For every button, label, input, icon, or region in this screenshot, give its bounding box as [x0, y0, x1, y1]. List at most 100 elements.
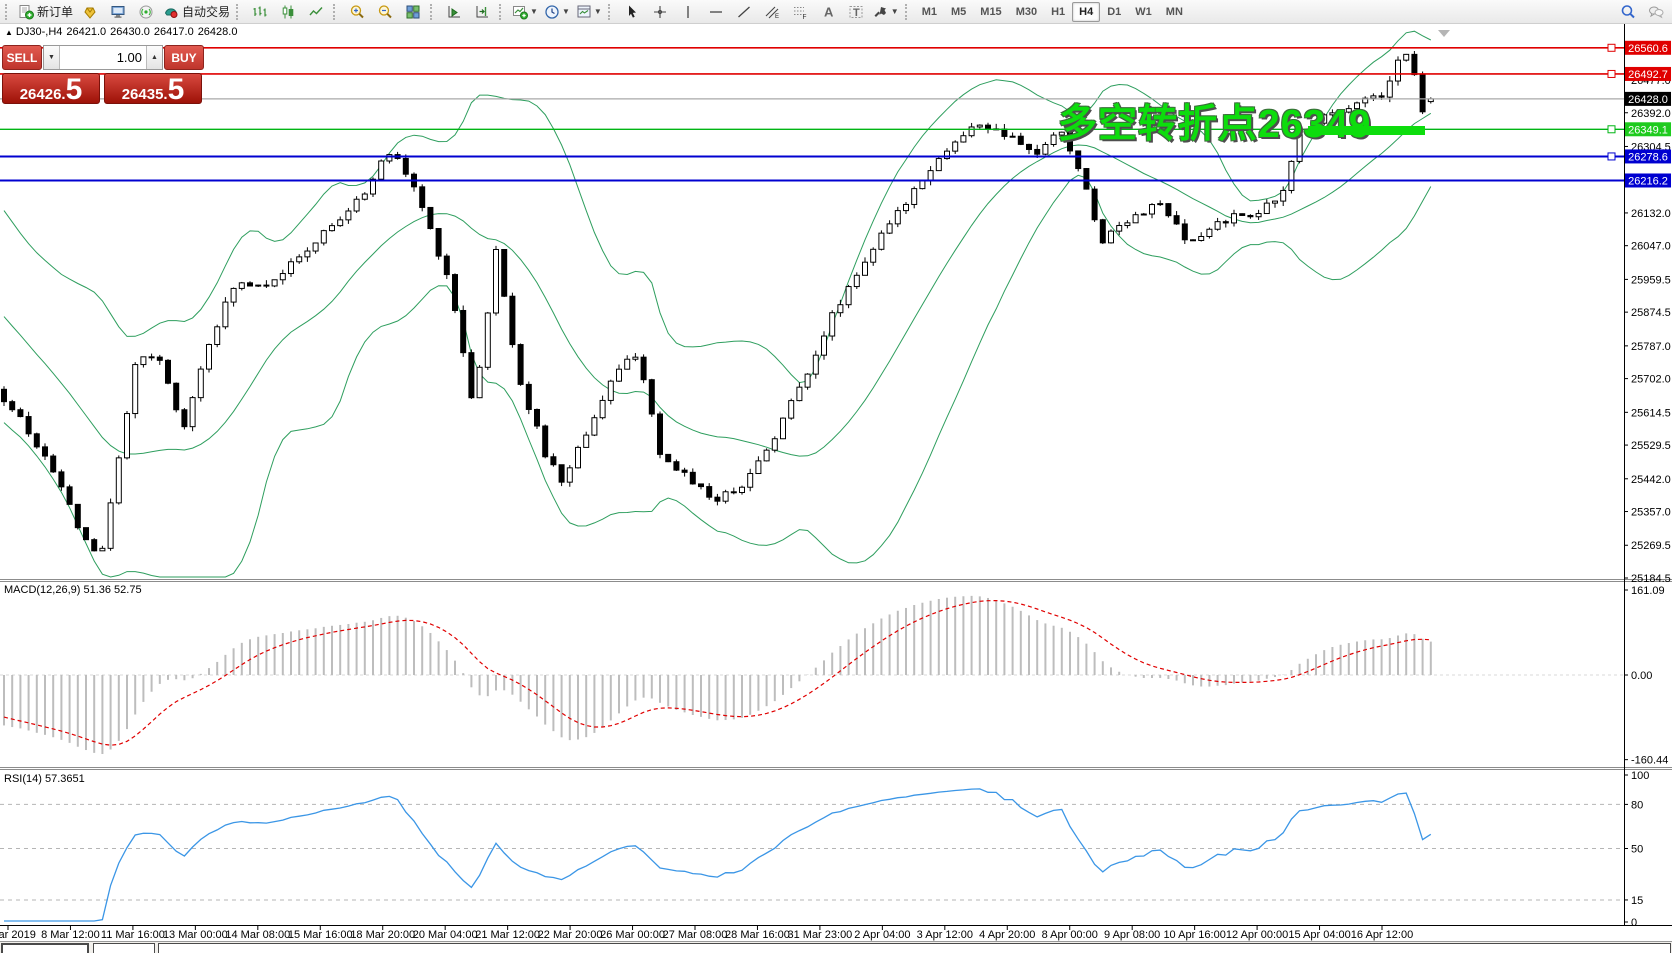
equidistant-channel-button[interactable]: E — [758, 1, 786, 23]
sell-button[interactable]: SELL — [2, 45, 42, 70]
trendline-button[interactable] — [730, 1, 758, 23]
toolbar-grip — [430, 4, 437, 20]
text-label-button[interactable]: T — [842, 1, 870, 23]
bar-chart-button[interactable] — [246, 1, 274, 23]
timeframe-d1-button[interactable]: D1 — [1100, 2, 1128, 22]
svg-text:26 Mar 00:00: 26 Mar 00:00 — [600, 929, 665, 941]
svg-text:25184.5: 25184.5 — [1631, 573, 1671, 585]
chart-tab[interactable] — [158, 943, 1671, 953]
svg-text:15 Mar 16:00: 15 Mar 16:00 — [288, 929, 353, 941]
signals-icon — [138, 4, 154, 20]
periods-button[interactable]: ▼ — [541, 1, 573, 23]
svg-text:7 Mar 2019: 7 Mar 2019 — [0, 929, 36, 941]
timeframe-h1-button[interactable]: H1 — [1044, 2, 1072, 22]
auto-trading-icon — [163, 4, 179, 20]
market-watch-button[interactable] — [104, 1, 132, 23]
cursor-button[interactable] — [618, 1, 646, 23]
line-chart-icon — [308, 4, 324, 20]
deposit-button[interactable] — [76, 1, 104, 23]
fibonacci-button[interactable]: F — [786, 1, 814, 23]
svg-text:F: F — [802, 14, 806, 20]
chart-tab[interactable] — [1, 943, 89, 953]
chart-shift-icon — [474, 4, 490, 20]
auto-scroll-button[interactable] — [440, 1, 468, 23]
quote-symbol: DJ30-,H4 — [16, 26, 62, 38]
timeframe-m30-button[interactable]: M30 — [1009, 2, 1044, 22]
clock-icon — [544, 4, 560, 20]
svg-text:26216.2: 26216.2 — [1628, 175, 1668, 187]
zoom-in-button[interactable] — [343, 1, 371, 23]
svg-text:-160.44: -160.44 — [1631, 755, 1668, 767]
timeframe-m5-button[interactable]: M5 — [944, 2, 973, 22]
horizontal-line-icon — [708, 4, 724, 20]
chevron-down-icon[interactable]: ▼ — [562, 7, 570, 16]
trendline-icon — [736, 4, 752, 20]
svg-text:26349.1: 26349.1 — [1628, 124, 1668, 136]
ask-price[interactable]: 26435.5 — [104, 73, 202, 104]
chat-button[interactable] — [1642, 1, 1670, 23]
rsi-line — [4, 789, 1431, 921]
horizontal-line-button[interactable] — [702, 1, 730, 23]
auto-scroll-icon — [446, 4, 462, 20]
search-button[interactable] — [1614, 1, 1642, 23]
signals-button[interactable] — [132, 1, 160, 23]
macd-histogram — [4, 596, 1431, 754]
svg-text:20 Mar 04:00: 20 Mar 04:00 — [413, 929, 478, 941]
ask-big-digit: 5 — [168, 77, 185, 103]
rsi-label: RSI(14) 57.3651 — [4, 773, 85, 785]
chart-tab[interactable] — [93, 943, 155, 953]
cursor-icon — [624, 4, 640, 20]
auto-trading-button[interactable]: 自动交易 — [160, 1, 233, 23]
timeframe-mn-button[interactable]: MN — [1159, 2, 1190, 22]
quote-low: 26417.0 — [154, 26, 194, 38]
vertical-line-button[interactable] — [674, 1, 702, 23]
timeframe-m1-button[interactable]: M1 — [915, 2, 944, 22]
chevron-down-icon[interactable]: ▼ — [891, 7, 899, 16]
svg-text:15: 15 — [1631, 895, 1643, 907]
chart-shift-button[interactable] — [468, 1, 496, 23]
chevron-down-icon[interactable]: ▼ — [594, 7, 602, 16]
collapse-triangle-icon[interactable]: ▲ — [5, 28, 13, 37]
svg-text:25269.5: 25269.5 — [1631, 540, 1671, 552]
text-button[interactable]: A — [814, 1, 842, 23]
volume-up-button[interactable]: ▲ — [146, 46, 162, 69]
buy-button[interactable]: BUY — [164, 45, 204, 70]
zoom-out-button[interactable] — [371, 1, 399, 23]
new-order-icon — [18, 4, 34, 20]
svg-text:26428.0: 26428.0 — [1628, 94, 1668, 106]
svg-text:21 Mar 12:00: 21 Mar 12:00 — [475, 929, 540, 941]
line-chart-button[interactable] — [302, 1, 330, 23]
svg-text:26047.0: 26047.0 — [1631, 241, 1671, 253]
fibonacci-icon: F — [792, 4, 808, 20]
svg-text:50: 50 — [1631, 844, 1643, 856]
main-chart[interactable]: 26477.026392.026304.526132.026047.025959… — [0, 0, 1672, 953]
templates-button[interactable]: ▼ — [573, 1, 605, 23]
bid-price[interactable]: 26426.5 — [2, 73, 100, 104]
svg-text:80: 80 — [1631, 799, 1643, 811]
toolbar-grip — [499, 4, 506, 20]
bollinger-lower-line — [4, 175, 1431, 577]
crosshair-button[interactable] — [646, 1, 674, 23]
svg-text:14 Mar 08:00: 14 Mar 08:00 — [225, 929, 290, 941]
svg-text:11 Mar 16:00: 11 Mar 16:00 — [101, 929, 165, 941]
new-order-button[interactable]: 新订单 — [15, 1, 76, 23]
macd-axis: 161.090.00-160.44 — [1624, 585, 1668, 767]
candlesticks-button[interactable] — [274, 1, 302, 23]
toolbar-grip — [5, 4, 12, 20]
volume-down-button[interactable]: ▼ — [44, 46, 60, 69]
quote-high: 26430.0 — [110, 26, 150, 38]
timeframe-w1-button[interactable]: W1 — [1128, 2, 1159, 22]
bollinger-middle-line — [4, 113, 1431, 456]
indicators-button[interactable]: ▼ — [509, 1, 541, 23]
chevron-down-icon[interactable]: ▼ — [530, 7, 538, 16]
bid-big-digit: 5 — [66, 77, 83, 103]
tile-windows-button[interactable] — [399, 1, 427, 23]
volume-input[interactable] — [60, 46, 146, 69]
toolbar-right — [1614, 1, 1670, 23]
arrows-button[interactable]: ▼ — [870, 1, 902, 23]
timeframe-h4-button[interactable]: H4 — [1072, 2, 1100, 22]
mt4-window: 新订单 自动交易 ▼ ▼ ▼ E F AT ▼ M1M5M15M30H1H4D1W1MN 2647… — [0, 0, 1672, 953]
text-icon: A — [820, 4, 836, 20]
svg-text:26492.7: 26492.7 — [1628, 69, 1668, 81]
timeframe-m15-button[interactable]: M15 — [973, 2, 1008, 22]
